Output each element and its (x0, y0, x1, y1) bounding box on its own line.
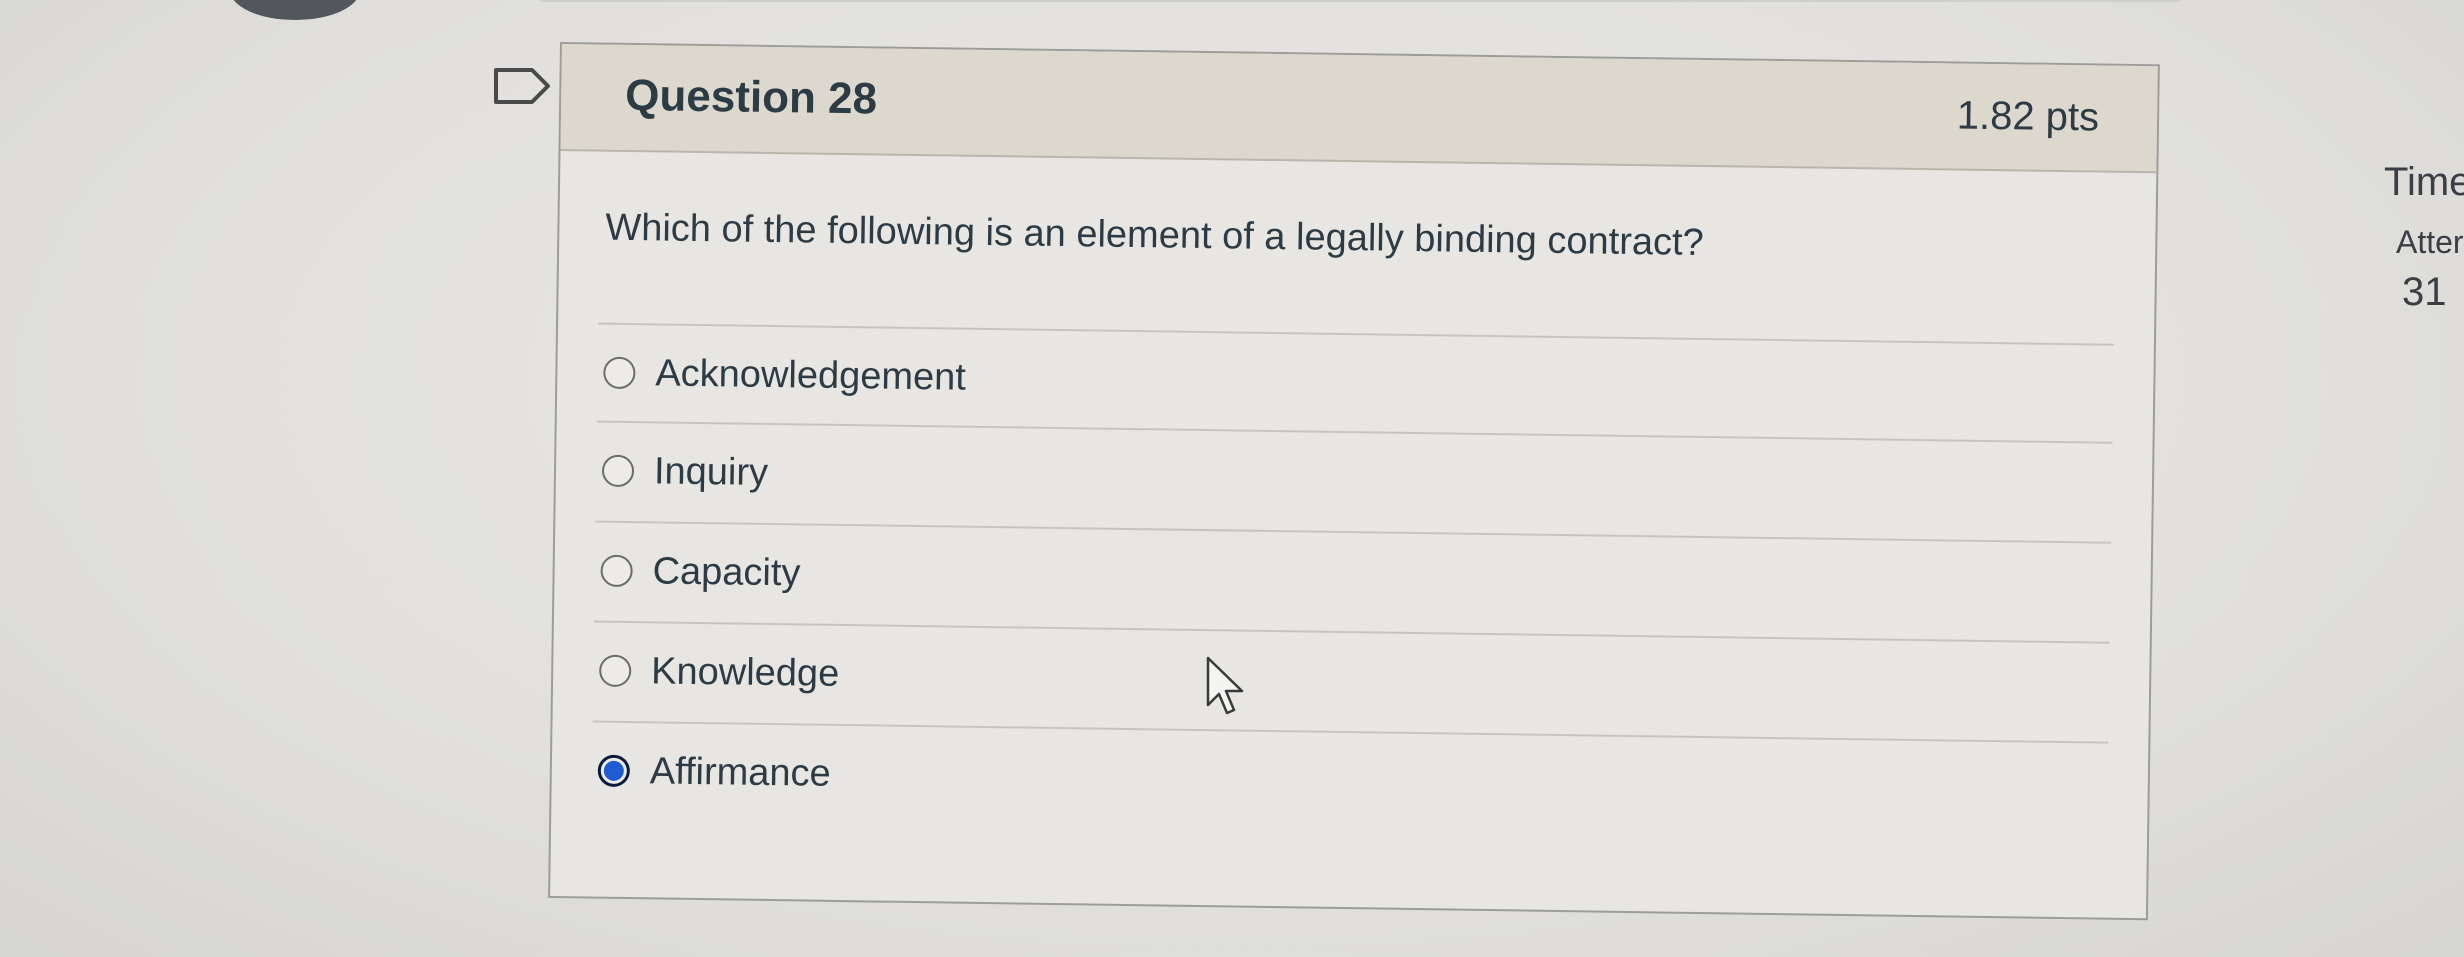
question-title: Question 28 (624, 70, 878, 124)
flag-question-icon[interactable] (492, 66, 552, 106)
mouse-cursor-icon (1206, 656, 1244, 715)
question-header: Question 28 1.82 pts (560, 44, 2158, 174)
answer-option-affirmance[interactable]: Affirmance (597, 741, 831, 804)
answer-label: Inquiry (653, 449, 769, 494)
answer-label: Knowledge (650, 649, 840, 695)
attempt-count: 31 (2402, 270, 2447, 314)
answer-label: Affirmance (649, 749, 832, 795)
background-shadow (230, 0, 360, 20)
answer-option-acknowledgement[interactable]: Acknowledgement (603, 343, 966, 408)
radio-button[interactable] (600, 554, 633, 588)
answer-divider (598, 322, 2114, 346)
top-divider (540, 0, 2180, 2)
answer-label: Capacity (652, 549, 801, 594)
answer-option-knowledge[interactable]: Knowledge (599, 641, 840, 704)
answer-option-capacity[interactable]: Capacity (600, 541, 801, 604)
answer-divider (596, 420, 2113, 444)
answer-option-inquiry[interactable]: Inquiry (601, 441, 769, 503)
radio-button-selected[interactable] (597, 754, 631, 788)
question-card: Question 28 1.82 pts Which of the follow… (548, 42, 2160, 921)
answer-label: Acknowledgement (655, 351, 967, 399)
question-prompt: Which of the following is an element of … (605, 206, 1705, 264)
answer-divider (595, 520, 2112, 544)
answer-divider (592, 720, 2109, 744)
time-label: Time (2384, 160, 2464, 204)
question-points: 1.82 pts (1956, 93, 2100, 140)
radio-button[interactable] (601, 454, 635, 488)
answer-divider (593, 620, 2110, 644)
attempt-label: Atter (2396, 224, 2464, 260)
radio-button[interactable] (599, 654, 632, 688)
radio-button[interactable] (603, 356, 636, 390)
